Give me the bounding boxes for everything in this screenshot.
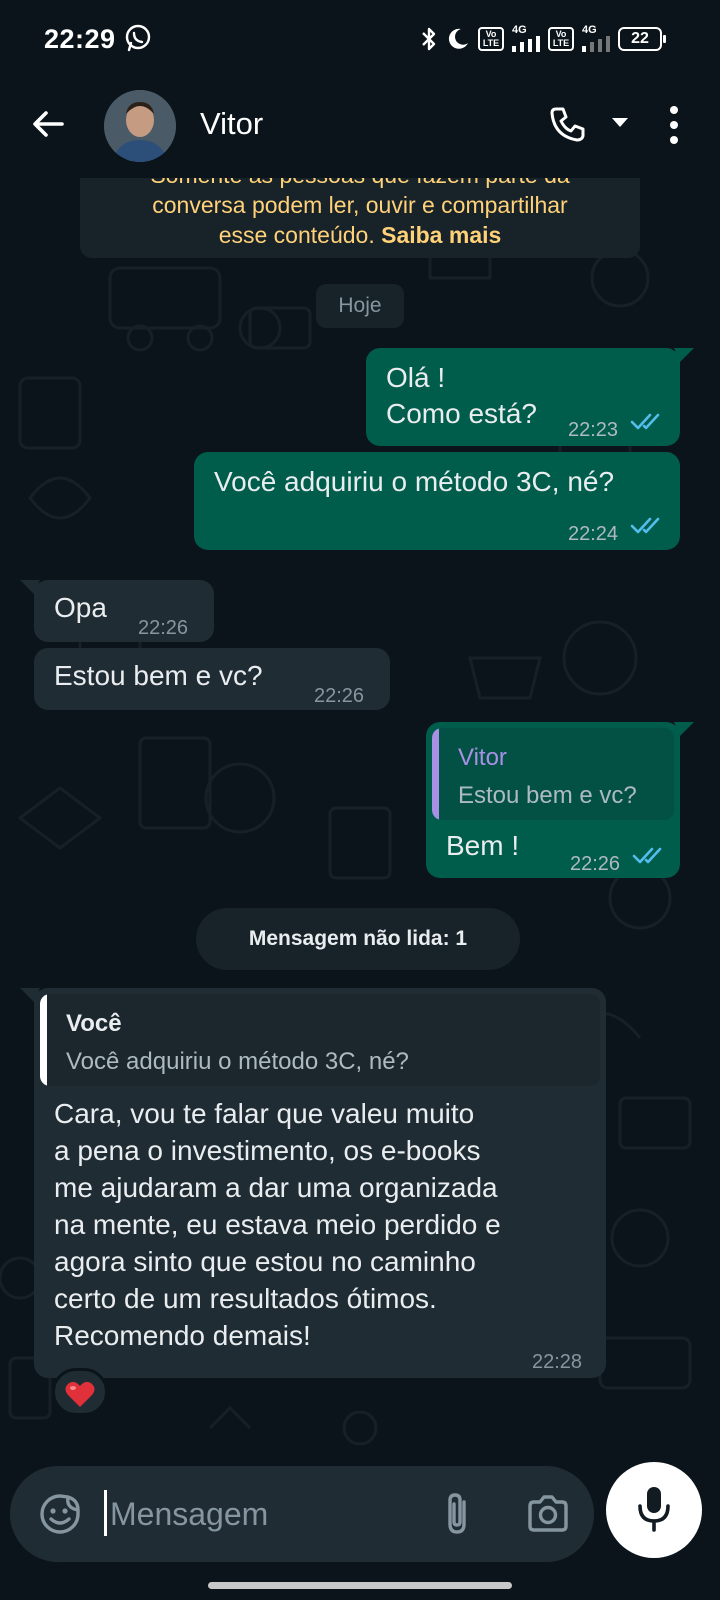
reaction-badge[interactable] xyxy=(52,1368,108,1416)
encryption-notice: Somente as pessoas que fazem parte da co… xyxy=(80,178,640,258)
learn-more-link[interactable]: Saiba mais xyxy=(381,222,501,248)
encryption-line-3: esse conteúdo. xyxy=(218,222,375,248)
message-bubble-in[interactable]: Opa 22:26 xyxy=(20,580,214,642)
message-time: 22:26 xyxy=(570,853,621,875)
message-text: Opa xyxy=(54,592,107,623)
bubble-tail xyxy=(674,348,694,362)
camera-icon[interactable] xyxy=(526,1492,570,1536)
unread-divider: Mensagem não lida: 1 xyxy=(196,908,520,970)
microphone-icon xyxy=(638,1487,670,1532)
encryption-line-1: Somente as pessoas que fazem parte da xyxy=(80,178,640,190)
avatar[interactable] xyxy=(104,90,176,162)
message-text: Estou bem e vc? xyxy=(54,660,263,691)
moon-icon xyxy=(448,28,468,49)
message-bubble-out[interactable]: Olá ! Como está? 22:23 xyxy=(366,348,694,446)
message-bubble-in[interactable]: Estou bem e vc? 22:26 xyxy=(34,648,390,710)
message-time: 22:26 xyxy=(138,617,189,639)
bubble-tail xyxy=(674,722,694,736)
signal-icon-2: 4G xyxy=(582,24,610,52)
signal-icon: 4G xyxy=(512,24,540,52)
status-icons: Vo LTE 4G Vo LTE 4G 22 xyxy=(420,24,666,54)
message-text: a pena o investimento, os e-books xyxy=(54,1135,481,1166)
encryption-line-3-wrap: esse conteúdo. Saiba mais xyxy=(80,220,640,250)
bubble-tail xyxy=(20,580,40,594)
message-time: 22:24 xyxy=(568,523,619,545)
chat-header: Vitor xyxy=(0,78,720,178)
encryption-line-2: conversa podem ler, ouvir e compartilhar xyxy=(152,192,568,218)
message-time: 22:23 xyxy=(568,419,619,441)
bubble-tail xyxy=(20,988,40,1002)
quote-author: Você xyxy=(66,1010,122,1037)
message-text: certo de um resultados ótimos. xyxy=(54,1283,437,1314)
message-composer xyxy=(10,1466,594,1562)
text-cursor xyxy=(104,1490,107,1536)
heart-icon xyxy=(65,1381,95,1407)
chat-area[interactable]: Somente as pessoas que fazem parte da co… xyxy=(0,178,720,1458)
bluetooth-icon xyxy=(422,27,436,51)
caret-down-icon[interactable] xyxy=(610,116,630,130)
status-bar: 22:29 Vo LTE 4G Vo LTE 4G 22 xyxy=(0,0,720,78)
read-ticks-icon xyxy=(630,517,660,534)
volte-icon-2: Vo LTE xyxy=(548,27,574,51)
message-bubble-out[interactable]: Você adquiriu o método 3C, né? 22:24 xyxy=(194,452,680,550)
battery-icon: 22 xyxy=(618,27,666,51)
phone-icon[interactable] xyxy=(548,104,588,144)
contact-name[interactable]: Vitor xyxy=(200,106,263,142)
whatsapp-icon xyxy=(125,24,151,52)
message-text: Olá ! xyxy=(386,362,446,393)
message-text: me ajudaram a dar uma organizada xyxy=(54,1172,498,1203)
quote-bar xyxy=(40,994,47,1086)
message-time: 22:28 xyxy=(532,1351,583,1373)
quote-bar xyxy=(432,728,439,820)
message-input[interactable] xyxy=(110,1488,410,1540)
quote-text: Você adquiriu o método 3C, né? xyxy=(66,1048,409,1075)
message-text: agora sinto que estou no caminho xyxy=(54,1246,476,1277)
message-text: Bem ! xyxy=(446,830,520,861)
more-vert-icon[interactable] xyxy=(666,104,682,146)
sticker-emoji-icon[interactable] xyxy=(38,1492,82,1536)
back-arrow-icon[interactable] xyxy=(28,104,68,144)
paperclip-icon[interactable] xyxy=(440,1490,474,1538)
read-ticks-icon xyxy=(632,847,662,864)
message-text: na mente, eu estava meio perdido e xyxy=(54,1209,501,1240)
message-text: Cara, vou te falar que valeu muito xyxy=(54,1098,475,1129)
message-bubble-in[interactable]: Você Você adquiriu o método 3C, né? Cara… xyxy=(20,988,606,1378)
message-text: Como está? xyxy=(386,398,537,429)
volte-icon: Vo LTE xyxy=(478,27,504,51)
quote-text: Estou bem e vc? xyxy=(458,782,637,809)
message-time: 22:26 xyxy=(314,685,365,707)
quoted-message[interactable]: Vitor Estou bem e vc? xyxy=(432,728,674,820)
quote-author: Vitor xyxy=(458,744,507,771)
system-nav-bar xyxy=(0,1562,720,1600)
quoted-message[interactable]: Você Você adquiriu o método 3C, né? xyxy=(40,994,600,1086)
home-gesture-bar[interactable] xyxy=(208,1582,512,1589)
day-divider: Hoje xyxy=(316,284,404,328)
message-text: Recomendo demais! xyxy=(54,1320,311,1351)
voice-message-button[interactable] xyxy=(606,1462,702,1558)
read-ticks-icon xyxy=(630,413,660,430)
message-bubble-out[interactable]: Vitor Estou bem e vc? Bem ! 22:26 xyxy=(426,722,694,878)
message-text: Você adquiriu o método 3C, né? xyxy=(214,466,615,497)
status-time: 22:29 xyxy=(44,24,116,54)
